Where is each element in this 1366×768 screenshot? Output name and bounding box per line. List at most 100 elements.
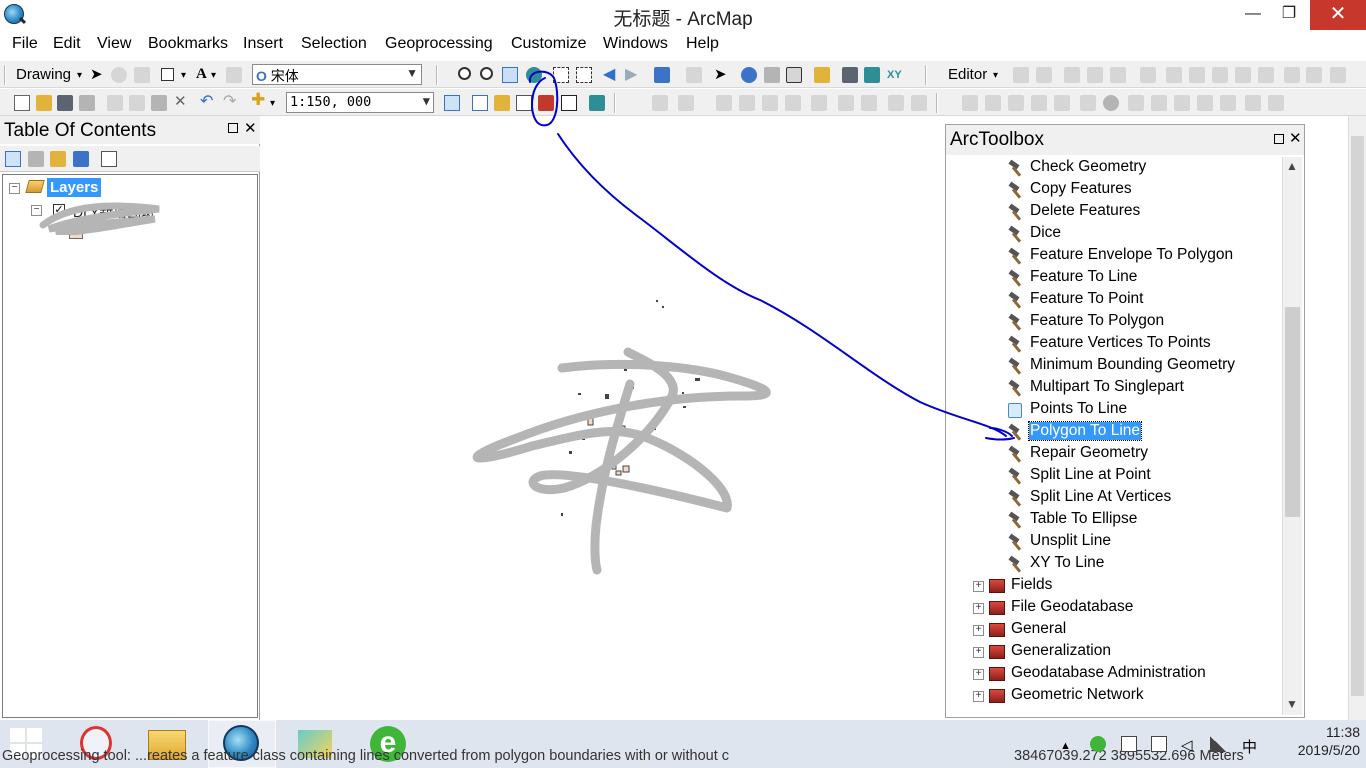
menu-geoprocessing[interactable]: Geoprocessing (385, 35, 493, 53)
clock-time: 11:38 (1326, 724, 1360, 740)
toc-toolbar (0, 146, 260, 172)
select-features-icon[interactable] (654, 67, 670, 83)
rectangle-dropdown-arrow[interactable]: ▾ (181, 70, 186, 81)
font-selector[interactable]: O 宋体 ▼ (252, 64, 422, 85)
text-dropdown-arrow[interactable]: ▾ (211, 70, 216, 81)
window-right-scrollbar[interactable] (1348, 116, 1366, 720)
rectangle-icon[interactable] (161, 68, 174, 81)
catalog-window-icon[interactable] (494, 95, 510, 111)
maximize-button[interactable]: ❐ (1266, 0, 1312, 30)
map-feature (662, 306, 664, 308)
search-window-icon[interactable] (516, 95, 532, 111)
battery-icon[interactable] (1151, 736, 1167, 752)
menu-windows[interactable]: Windows (603, 35, 668, 53)
menu-bookmarks[interactable]: Bookmarks (148, 35, 228, 53)
new-document-icon[interactable] (14, 95, 30, 111)
find-icon[interactable] (842, 67, 858, 83)
map-redaction-scribble (472, 347, 771, 575)
toc-autohide-icon[interactable] (228, 123, 238, 133)
list-by-drawing-order-icon[interactable] (5, 151, 21, 167)
table-of-contents-icon[interactable] (472, 95, 488, 111)
expand-toolset-icon[interactable]: + (973, 647, 984, 658)
volume-icon[interactable]: ◁ (1181, 736, 1197, 754)
fixed-zoom-in-icon[interactable] (553, 67, 569, 83)
expand-toolset-icon[interactable]: + (973, 669, 984, 680)
arctoolbox-close-icon[interactable]: ✕ (1289, 129, 1302, 147)
tray-action-center-icon[interactable] (1121, 736, 1137, 752)
editor-menu[interactable]: Editor (948, 66, 987, 83)
editor-dropdown-arrow[interactable]: ▾ (993, 70, 998, 81)
fixed-zoom-out-icon[interactable] (576, 67, 592, 83)
back-extent-icon[interactable]: ◀ (603, 64, 619, 83)
text-tool-icon[interactable]: A (196, 66, 207, 83)
open-folder-icon[interactable] (36, 95, 52, 111)
list-by-selection-icon[interactable] (73, 151, 89, 167)
expand-toolset-icon[interactable]: + (973, 603, 984, 614)
ime-indicator[interactable]: 中 (1242, 736, 1258, 756)
collapse-layers-icon[interactable]: − (9, 183, 20, 194)
hammer-icon (1008, 227, 1024, 243)
undo-icon[interactable]: ↶ (200, 91, 216, 110)
menu-help[interactable]: Help (686, 35, 719, 53)
close-button[interactable]: ✕ (1310, 0, 1366, 30)
zoom-in-icon[interactable] (458, 67, 471, 80)
menu-insert[interactable]: Insert (243, 35, 283, 53)
toc-options-icon[interactable] (101, 151, 117, 167)
map-view[interactable] (262, 116, 945, 720)
tray-expand-icon[interactable]: ▲ (1060, 740, 1076, 756)
add-data-icon[interactable]: ✚ (251, 90, 267, 109)
clear-selection-icon[interactable] (686, 67, 702, 83)
forward-extent-icon[interactable]: ▶ (625, 64, 641, 83)
html-popup-icon[interactable] (786, 67, 802, 83)
tray-app-icon[interactable] (1090, 736, 1106, 752)
toolbox-tool-label: Polygon To Line (1027, 421, 1143, 441)
zoom-to-selected-icon[interactable] (134, 67, 150, 83)
add-data-dropdown-arrow[interactable]: ▾ (270, 98, 275, 109)
toc-close-icon[interactable]: ✕ (244, 119, 257, 137)
paste-icon[interactable] (151, 95, 167, 111)
network-icon[interactable] (1210, 736, 1226, 752)
arctoolbox-icon[interactable] (538, 95, 554, 111)
menu-selection[interactable]: Selection (301, 35, 367, 53)
expand-toolset-icon[interactable]: + (973, 625, 984, 636)
list-by-source-icon[interactable] (28, 151, 44, 167)
find-route-icon[interactable] (864, 67, 880, 83)
save-icon[interactable] (57, 95, 73, 111)
taskbar-clock[interactable]: 11:38 2019/5/20 (1270, 724, 1360, 758)
menu-file[interactable]: File (12, 35, 38, 53)
scrollbar-thumb[interactable] (1351, 136, 1364, 696)
expand-toolset-icon[interactable]: + (973, 581, 984, 592)
scrollbar-thumb[interactable] (1285, 307, 1300, 517)
measure-icon[interactable] (814, 67, 830, 83)
identify-icon[interactable] (741, 67, 757, 83)
scroll-up-icon[interactable]: ▲ (1286, 159, 1298, 173)
zoom-out-icon[interactable] (480, 67, 493, 80)
menu-view[interactable]: View (97, 35, 131, 53)
scroll-down-icon[interactable]: ▼ (1286, 697, 1298, 711)
toolbox-tool-label: Split Line at Point (1030, 466, 1151, 483)
menu-edit[interactable]: Edit (53, 35, 81, 53)
list-by-visibility-icon[interactable] (50, 151, 66, 167)
drawing-menu[interactable]: Drawing (16, 66, 71, 83)
toolbox-toolset-label: Geodatabase Administration (1011, 664, 1206, 681)
hyperlink-icon[interactable] (764, 67, 780, 83)
rotate-icon[interactable] (111, 67, 127, 83)
map-scale-selector[interactable]: 1:150, 000 ▼ (286, 92, 434, 113)
menu-customize[interactable]: Customize (511, 35, 587, 53)
select-elements-icon-2[interactable]: ➤ (714, 65, 730, 83)
editor-toolbar-icon[interactable] (444, 95, 460, 111)
full-extent-icon[interactable] (526, 67, 542, 83)
modelbuilder-icon[interactable] (589, 95, 605, 111)
toolbar-grip[interactable] (4, 65, 6, 85)
expand-toolset-icon[interactable]: + (973, 691, 984, 702)
drawing-dropdown-arrow[interactable]: ▾ (77, 70, 82, 81)
toolbox-tool-label: Feature To Point (1030, 290, 1144, 307)
edit-vertices-icon[interactable] (226, 67, 242, 83)
arctoolbox-autohide-icon[interactable] (1274, 134, 1284, 144)
arctoolbox-scrollbar[interactable]: ▲ ▼ (1282, 157, 1302, 715)
print-icon[interactable] (79, 95, 95, 111)
pan-icon[interactable] (502, 67, 518, 83)
go-to-xy-icon[interactable]: XY (887, 69, 902, 81)
python-window-icon[interactable] (561, 95, 577, 111)
select-elements-icon[interactable]: ➤ (90, 65, 106, 83)
